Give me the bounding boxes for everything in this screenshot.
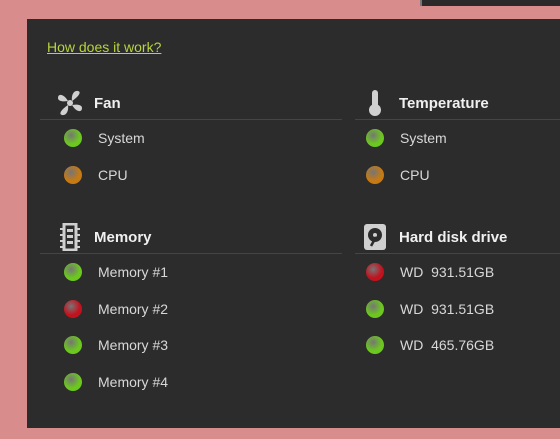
memory-item-1: Memory #1 bbox=[40, 254, 342, 291]
hard-disk-item-3: WD 465.76GB bbox=[355, 327, 560, 364]
memory-icon bbox=[56, 223, 84, 251]
hard-disk-item-2: WD 931.51GB bbox=[355, 291, 560, 328]
hard-disk-title: Hard disk drive bbox=[399, 228, 508, 246]
how-does-it-work-link[interactable]: How does it work? bbox=[47, 39, 161, 55]
status-label: CPU bbox=[400, 166, 430, 183]
status-label: WD 931.51GB bbox=[400, 264, 495, 281]
fan-header: Fan bbox=[40, 87, 342, 120]
status-label: WD 931.51GB bbox=[400, 300, 495, 317]
hard-disk-item-1: WD 931.51GB bbox=[355, 254, 560, 291]
status-dot bbox=[64, 165, 82, 184]
fan-section: Fan System CPU bbox=[40, 87, 342, 193]
status-label: Memory #1 bbox=[98, 264, 169, 281]
status-dot bbox=[366, 129, 384, 148]
memory-item-3: Memory #3 bbox=[40, 327, 342, 364]
status-dot bbox=[366, 263, 384, 282]
temperature-item-system: System bbox=[355, 120, 560, 157]
hard-disk-section: Hard disk drive WD 931.51GB WD 931.51GB … bbox=[355, 221, 560, 364]
background-window-corner bbox=[420, 0, 560, 6]
status-dot bbox=[366, 299, 384, 318]
status-dot bbox=[64, 263, 82, 282]
fan-title: Fan bbox=[94, 94, 121, 112]
fan-icon bbox=[56, 89, 84, 117]
status-label: System bbox=[98, 130, 145, 147]
hard-disk-header: Hard disk drive bbox=[355, 221, 560, 254]
memory-section: Memory Memory #1 Memory #2 Memory #3 Mem… bbox=[40, 221, 342, 400]
memory-item-4: Memory #4 bbox=[40, 364, 342, 401]
status-label: CPU bbox=[98, 166, 128, 183]
memory-title: Memory bbox=[94, 228, 152, 246]
status-dot bbox=[64, 372, 82, 391]
memory-header: Memory bbox=[40, 221, 342, 254]
status-dot bbox=[366, 336, 384, 355]
status-label: Memory #4 bbox=[98, 373, 169, 390]
thermometer-icon bbox=[361, 89, 389, 117]
status-label: System bbox=[400, 130, 447, 147]
status-dot bbox=[64, 129, 82, 148]
status-dot bbox=[366, 165, 384, 184]
status-label: WD 465.76GB bbox=[400, 337, 495, 354]
temperature-item-cpu: CPU bbox=[355, 157, 560, 194]
memory-item-2: Memory #2 bbox=[40, 291, 342, 328]
fan-item-cpu: CPU bbox=[40, 157, 342, 194]
status-label: Memory #2 bbox=[98, 300, 169, 317]
hardware-status-panel: How does it work? Fan System CPU Tempera… bbox=[27, 19, 560, 428]
status-label: Memory #3 bbox=[98, 337, 169, 354]
status-dot bbox=[64, 336, 82, 355]
fan-item-system: System bbox=[40, 120, 342, 157]
temperature-section: Temperature System CPU bbox=[355, 87, 560, 193]
temperature-title: Temperature bbox=[399, 94, 489, 112]
status-dot bbox=[64, 299, 82, 318]
temperature-header: Temperature bbox=[355, 87, 560, 120]
hard-disk-icon bbox=[361, 223, 389, 251]
